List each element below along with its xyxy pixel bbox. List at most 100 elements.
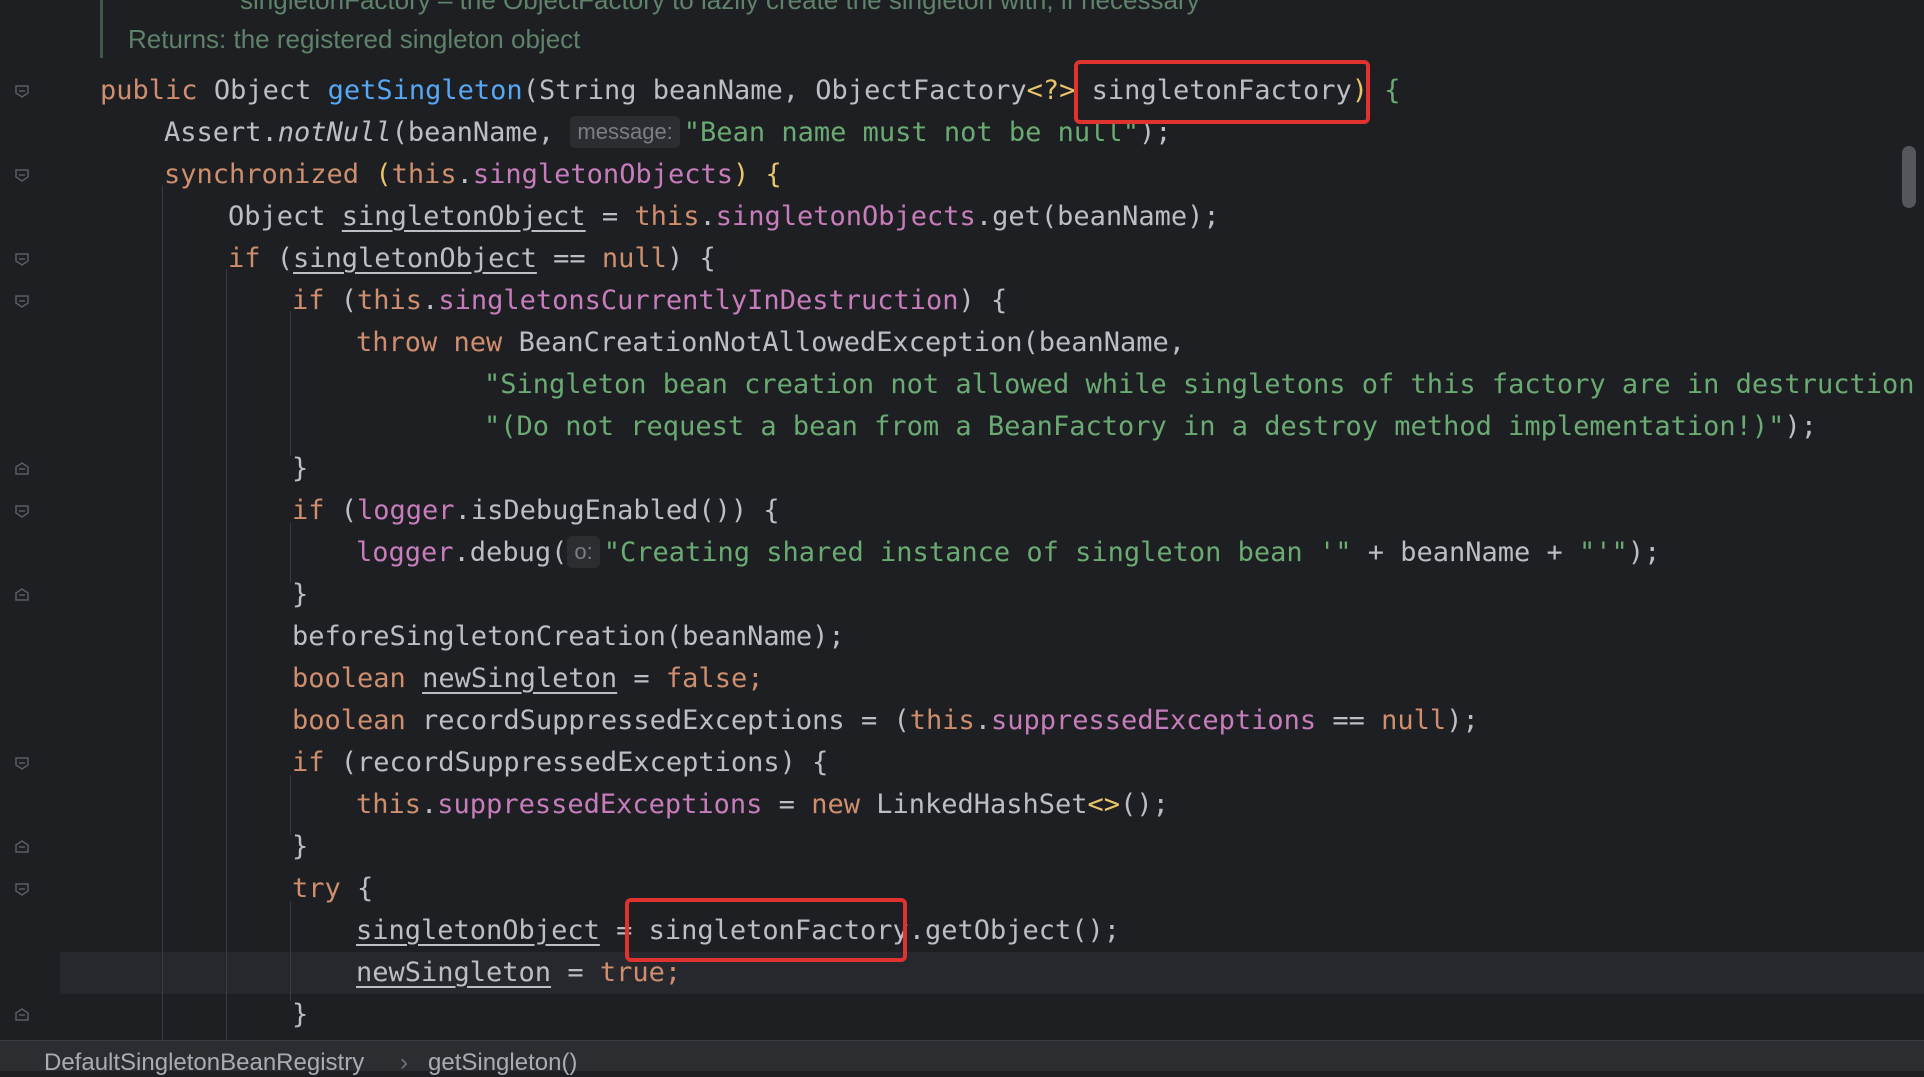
fold-marker-icon[interactable]: [14, 587, 30, 603]
indent-guide: [226, 269, 227, 1040]
brace-close: }: [292, 831, 309, 862]
field: logger: [356, 537, 454, 568]
condition: (recordSuppressedExceptions) {: [324, 747, 829, 778]
code-line-12[interactable]: logger.debug(o: "Creating shared instance…: [356, 532, 1660, 574]
variable: singletonObject: [341, 201, 586, 232]
field: suppressedExceptions: [437, 789, 763, 820]
semicolon: ;: [747, 663, 764, 694]
parameter-hint: message:: [570, 116, 680, 148]
code-line-17[interactable]: if (recordSuppressedExceptions) {: [292, 742, 828, 784]
keyword-null: null: [1381, 705, 1447, 736]
code-line-7[interactable]: throw new BeanCreationNotAllowedExceptio…: [356, 322, 1185, 364]
operator: ==: [536, 243, 602, 274]
code-line-3[interactable]: synchronized (this.singletonObjects) {: [164, 154, 782, 196]
code-line-19[interactable]: }: [292, 826, 308, 868]
fold-marker-icon[interactable]: [14, 881, 30, 897]
method-call: .isDebugEnabled()) {: [454, 495, 780, 526]
code-editor[interactable]: singletonFactory – the ObjectFactory to …: [0, 0, 1924, 1040]
code-line-11[interactable]: if (logger.isDebugEnabled()) {: [292, 490, 780, 532]
field: suppressedExceptions: [991, 705, 1317, 736]
dot: .: [422, 285, 439, 316]
brace-open: {: [340, 873, 374, 904]
keyword: synchronized: [164, 159, 360, 190]
paren-open: (: [359, 159, 392, 190]
args: (beanName,: [391, 117, 571, 148]
keyword-null: null: [601, 243, 667, 274]
fold-marker-icon[interactable]: [14, 83, 30, 99]
fold-marker-icon[interactable]: [14, 251, 30, 267]
highlight-box-usage: [625, 898, 907, 962]
class-ref: Assert.: [164, 117, 278, 148]
variable: singletonObject: [293, 243, 537, 274]
breadcrumb-class[interactable]: DefaultSingletonBeanRegistry: [44, 1049, 364, 1077]
dot: .: [699, 201, 716, 232]
indent-guide: [290, 523, 291, 583]
dot: .: [456, 159, 473, 190]
indent-guide: [290, 775, 291, 835]
indent-guide: [162, 185, 163, 1040]
code-line-2[interactable]: Assert.notNull(beanName, message: "Bean n…: [164, 112, 1171, 154]
type: BeanCreationNotAllowedException: [502, 327, 1023, 358]
fold-marker-icon[interactable]: [14, 503, 30, 519]
editor-gutter: [0, 0, 60, 1040]
breadcrumb-method[interactable]: getSingleton(): [428, 1049, 577, 1077]
keyword-new: new: [453, 327, 503, 358]
code-end: );: [1784, 411, 1817, 442]
fold-marker-icon[interactable]: [14, 839, 30, 855]
brace-open: {: [1368, 75, 1401, 106]
code-line-16[interactable]: boolean recordSuppressedExceptions = (th…: [292, 700, 1479, 742]
vertical-scrollbar[interactable]: [1902, 146, 1916, 208]
code-line-5[interactable]: if (singletonObject == null) {: [228, 238, 716, 280]
keyword-this: this: [356, 789, 422, 820]
field: logger: [357, 495, 455, 526]
code-line-14[interactable]: beforeSingletonCreation(beanName);: [292, 616, 845, 658]
caret-line-highlight: [0, 952, 1924, 994]
method-call: notNull: [277, 117, 392, 148]
code-line-18[interactable]: this.suppressedExceptions = new LinkedHa…: [356, 784, 1169, 826]
indent-guide: [290, 311, 291, 456]
javadoc-bar: [100, 0, 103, 58]
assign: =: [585, 201, 635, 232]
keyword-this: this: [909, 705, 975, 736]
paren-open: (: [260, 243, 294, 274]
dot: .: [974, 705, 992, 736]
fold-marker-icon[interactable]: [14, 167, 30, 183]
breadcrumb-separator-icon: ›: [400, 1049, 408, 1076]
code-line-20[interactable]: try {: [292, 868, 373, 910]
code-line-4[interactable]: Object singletonObject = this.singletonO…: [228, 196, 1220, 238]
keyword-false: false: [665, 663, 748, 694]
keyword-this: this: [391, 159, 457, 190]
fold-marker-icon[interactable]: [14, 461, 30, 477]
breadcrumb-bar: DefaultSingletonBeanRegistry › getSingle…: [0, 1040, 1924, 1076]
keyword-this: this: [634, 201, 700, 232]
code-line-9[interactable]: "(Do not request a bean from a BeanFacto…: [484, 406, 1817, 448]
type: LinkedHashSet: [859, 789, 1088, 820]
keyword-throw: throw: [356, 327, 438, 358]
variable: recordSuppressedExceptions = (: [405, 705, 910, 736]
method-call: .debug(: [453, 537, 568, 568]
fold-marker-icon[interactable]: [14, 293, 30, 309]
assign: =: [551, 957, 600, 988]
code-line-13[interactable]: }: [292, 574, 308, 616]
code-line-15[interactable]: boolean newSingleton = false;: [292, 658, 763, 700]
variable: newSingleton: [356, 957, 552, 988]
code-line-10[interactable]: }: [292, 448, 308, 490]
string-literal: "Creating shared instance of singleton b…: [603, 537, 1352, 568]
keyword: if: [228, 243, 261, 274]
code-end: ) {: [666, 243, 716, 274]
code-line-23[interactable]: }: [292, 994, 308, 1036]
parameter-hint: o:: [567, 536, 600, 568]
code-line-8[interactable]: "Singleton bean creation not allowed whi…: [484, 364, 1924, 406]
concat: + beanName +: [1351, 537, 1580, 568]
code-line-6[interactable]: if (this.singletonsCurrentlyInDestructio…: [292, 280, 1007, 322]
javadoc-returns-line: Returns: the registered singleton object: [128, 24, 581, 54]
field: singletonsCurrentlyInDestruction: [438, 285, 959, 316]
string-literal: "'": [1579, 537, 1628, 568]
fold-marker-icon[interactable]: [14, 755, 30, 771]
fold-marker-icon[interactable]: [14, 1007, 30, 1023]
keyword: if: [292, 495, 325, 526]
code-end: );: [1627, 537, 1661, 568]
brace-close: }: [292, 579, 309, 610]
paren-open: (: [324, 495, 358, 526]
paren-open: (: [324, 285, 358, 316]
